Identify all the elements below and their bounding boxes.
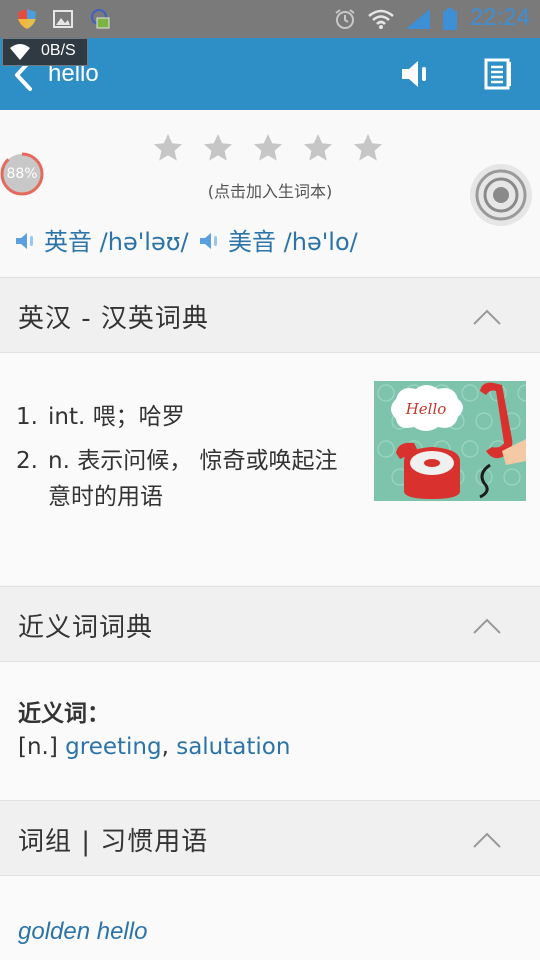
word-header: (点击加入生词本) 88% 英音 /hə'ləʊ/ 美音 /hə'lo/: [0, 110, 540, 276]
definition-item: 2. n. 表示问候， 惊奇或唤起注意时的用语: [16, 443, 346, 515]
part-of-speech: [n.]: [18, 734, 58, 760]
chevron-up-icon[interactable]: [472, 831, 502, 849]
section-header-dictionary[interactable]: 英汉 - 汉英词典: [0, 277, 540, 353]
synonym-link[interactable]: greeting: [65, 734, 161, 760]
uk-label: 英音: [44, 228, 92, 256]
synonyms-label: 近义词：: [18, 701, 110, 727]
star-icon[interactable]: [252, 132, 284, 164]
android-icon: [91, 9, 110, 29]
definition-text: int. 喂；哈罗: [48, 404, 185, 430]
chevron-up-icon[interactable]: [472, 617, 502, 635]
synonym-separator: ,: [161, 734, 169, 760]
wifi-icon: [10, 44, 30, 60]
phrase-link[interactable]: golden hello: [18, 918, 147, 946]
image-icon: [53, 10, 73, 28]
notebook-icon[interactable]: [484, 58, 512, 90]
uk-ipa: /hə'ləʊ/: [99, 228, 189, 256]
speaker-icon: [16, 233, 33, 249]
alarm-icon: [335, 9, 355, 29]
speaker-icon: [200, 233, 217, 249]
signal-icon: [406, 9, 430, 29]
star-icon[interactable]: [152, 132, 184, 164]
star-icon[interactable]: [202, 132, 234, 164]
section-header-synonyms[interactable]: 近义词词典: [0, 586, 540, 662]
us-label: 美音: [228, 228, 276, 256]
chevron-up-icon[interactable]: [472, 308, 502, 326]
section-title: 英汉 - 汉英词典: [18, 304, 209, 334]
add-to-wordbook-hint[interactable]: (点击加入生词本): [0, 178, 540, 202]
wifi-icon: [368, 9, 394, 29]
synonyms-line: [n.] greeting, salutation: [18, 734, 290, 760]
section-title: 近义词词典: [18, 613, 154, 643]
us-pronunciation[interactable]: 美音 /hə'lo/: [198, 222, 358, 257]
progress-label: 88%: [6, 166, 38, 182]
illustration-caption: Hello: [405, 400, 447, 418]
word-illustration[interactable]: Hello: [374, 381, 526, 501]
definition-number: 2.: [16, 448, 38, 474]
section-body-synonyms: 近义词： [n.] greeting, salutation: [0, 662, 540, 800]
status-bar: 22:24: [0, 0, 540, 38]
definition-text: n. 表示问候， 惊奇或唤起注意时的用语: [48, 448, 338, 510]
definition-item: 1. int. 喂；哈罗: [16, 399, 346, 435]
net-speed-text: 0B/S: [41, 42, 76, 59]
floating-assist-button[interactable]: [468, 162, 534, 228]
speaker-icon[interactable]: [398, 58, 430, 90]
battery-icon: [443, 8, 457, 30]
status-time: 22:24: [469, 4, 530, 31]
rating-stars[interactable]: [152, 132, 384, 166]
section-body-phrases: golden hello: [0, 876, 540, 960]
section-title: 词组 | 习惯用语: [18, 827, 209, 857]
uk-pronunciation[interactable]: 英音 /hə'ləʊ/: [14, 222, 189, 257]
section-body-dictionary: 1. int. 喂；哈罗 2. n. 表示问候， 惊奇或唤起注意时的用语 Hel…: [0, 353, 540, 585]
us-ipa: /hə'lo/: [283, 228, 358, 256]
synonym-link[interactable]: salutation: [176, 734, 290, 760]
definition-number: 1.: [16, 404, 38, 430]
net-speed-badge: 0B/S: [2, 38, 88, 66]
shield-icon: [18, 9, 36, 29]
section-header-phrases[interactable]: 词组 | 习惯用语: [0, 800, 540, 876]
star-icon[interactable]: [352, 132, 384, 164]
star-icon[interactable]: [302, 132, 334, 164]
definition-list: 1. int. 喂；哈罗 2. n. 表示问候， 惊奇或唤起注意时的用语: [16, 399, 346, 523]
